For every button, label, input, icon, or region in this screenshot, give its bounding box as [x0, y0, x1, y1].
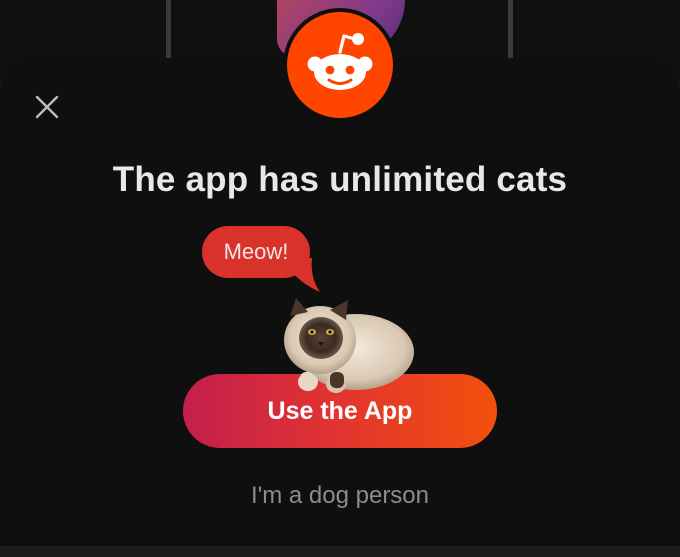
prompt-title: The app has unlimited cats [112, 160, 568, 199]
speech-bubble: Meow! [202, 226, 310, 278]
app-screen: The app has unlimited cats Meow! Use the… [0, 0, 680, 557]
reddit-snoo-icon [283, 8, 397, 122]
use-the-app-label: Use the App [267, 396, 413, 425]
dog-person-link[interactable]: I'm a dog person [0, 482, 680, 510]
snoo-glyph [307, 33, 373, 90]
speech-bubble-text: Meow! [223, 239, 289, 264]
bottom-system-bar [0, 546, 680, 557]
close-icon[interactable] [32, 92, 62, 122]
cat-illustration [284, 298, 414, 393]
background-divider-left [166, 0, 171, 62]
background-divider-right [508, 0, 513, 62]
